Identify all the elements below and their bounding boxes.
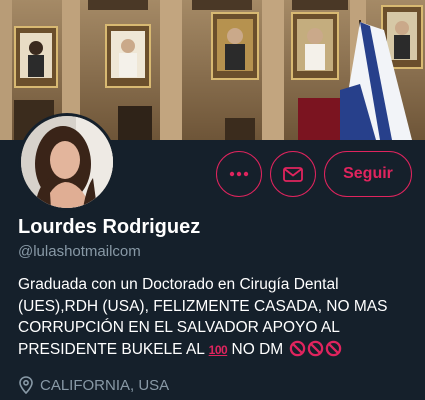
bio-no-dm: NO DM	[231, 340, 284, 358]
more-icon	[229, 171, 249, 177]
user-handle: @lulashotmailcom	[18, 243, 141, 260]
display-name: Lourdes Rodriguez	[18, 216, 201, 238]
avatar-image	[21, 116, 113, 208]
prohibited-icon	[307, 340, 323, 356]
prohibited-icon	[289, 340, 305, 356]
bio-line-last: PRESIDENTE BUKELE AL 100 NO DM	[18, 339, 418, 362]
avatar[interactable]	[18, 113, 116, 211]
hundred-points-emoji: 100	[208, 342, 228, 357]
bio-line-text: PRESIDENTE BUKELE AL	[18, 340, 205, 358]
more-button[interactable]	[216, 151, 262, 197]
message-button[interactable]	[270, 151, 316, 197]
bio-line: (UES),RDH (USA), FELIZMENTE CASADA, NO M…	[18, 297, 388, 315]
location: CALIFORNIA, USA	[18, 376, 169, 394]
follow-button[interactable]: Seguir	[324, 151, 412, 197]
prohibited-icon	[325, 340, 341, 356]
bio-line: CORRUPCIÓN EN EL SALVADOR APOYO AL	[18, 319, 340, 336]
location-text: CALIFORNIA, USA	[40, 376, 170, 394]
bio-line: Graduada con un Doctorado en Cirugía Den…	[18, 276, 339, 293]
bio: Graduada con un Doctorado en Cirugía Den…	[18, 274, 418, 361]
envelope-icon	[283, 167, 303, 182]
location-pin-icon	[19, 376, 33, 394]
